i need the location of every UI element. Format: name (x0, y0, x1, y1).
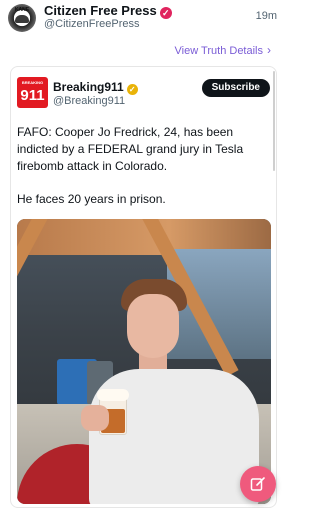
view-truth-details-link[interactable]: View Truth Details › (175, 43, 271, 57)
embedded-post-card[interactable]: BREAKING 911 Breaking911 ✓ @Breaking911 S… (10, 66, 277, 508)
logo-small-text: BREAKING (21, 80, 44, 85)
account-handle[interactable]: @CitizenFreePress (44, 18, 140, 30)
breaking911-avatar[interactable]: BREAKING 911 (17, 77, 48, 108)
post-header: KANE Citizen Free Press ✓ @CitizenFreePre… (0, 0, 287, 36)
post-photo[interactable] (17, 219, 271, 504)
verified-icon: ✓ (159, 7, 172, 19)
logo-big-text: 911 (20, 87, 45, 104)
compose-button[interactable] (240, 466, 276, 502)
chevron-right-icon: › (267, 43, 271, 57)
view-truth-details-label: View Truth Details (174, 45, 263, 57)
scrollbar[interactable] (273, 71, 275, 171)
avatar[interactable]: KANE (8, 4, 36, 32)
subscribe-button[interactable]: Subscribe (201, 79, 270, 97)
account-name[interactable]: Citizen Free Press ✓ (44, 3, 172, 19)
post-timestamp: 19m (255, 10, 277, 22)
photo-hand (81, 405, 109, 431)
post-text: FAFO: Cooper Jo Fredrick, 24, has been i… (17, 124, 267, 208)
embedded-account-name-text: Breaking911 (53, 80, 124, 94)
photo-person-face (127, 294, 179, 358)
compose-icon (250, 477, 265, 491)
verified-icon: ✓ (126, 84, 138, 95)
account-name-text: Citizen Free Press (44, 3, 157, 18)
post-paragraph: FAFO: Cooper Jo Fredrick, 24, has been i… (17, 125, 244, 173)
embedded-account-handle[interactable]: @Breaking911 (53, 95, 125, 107)
avatar-text: KANE (14, 7, 30, 13)
embedded-account-name[interactable]: Breaking911 ✓ (53, 80, 138, 95)
post-paragraph: He faces 20 years in prison. (17, 192, 166, 206)
eagle-icon (15, 15, 29, 23)
